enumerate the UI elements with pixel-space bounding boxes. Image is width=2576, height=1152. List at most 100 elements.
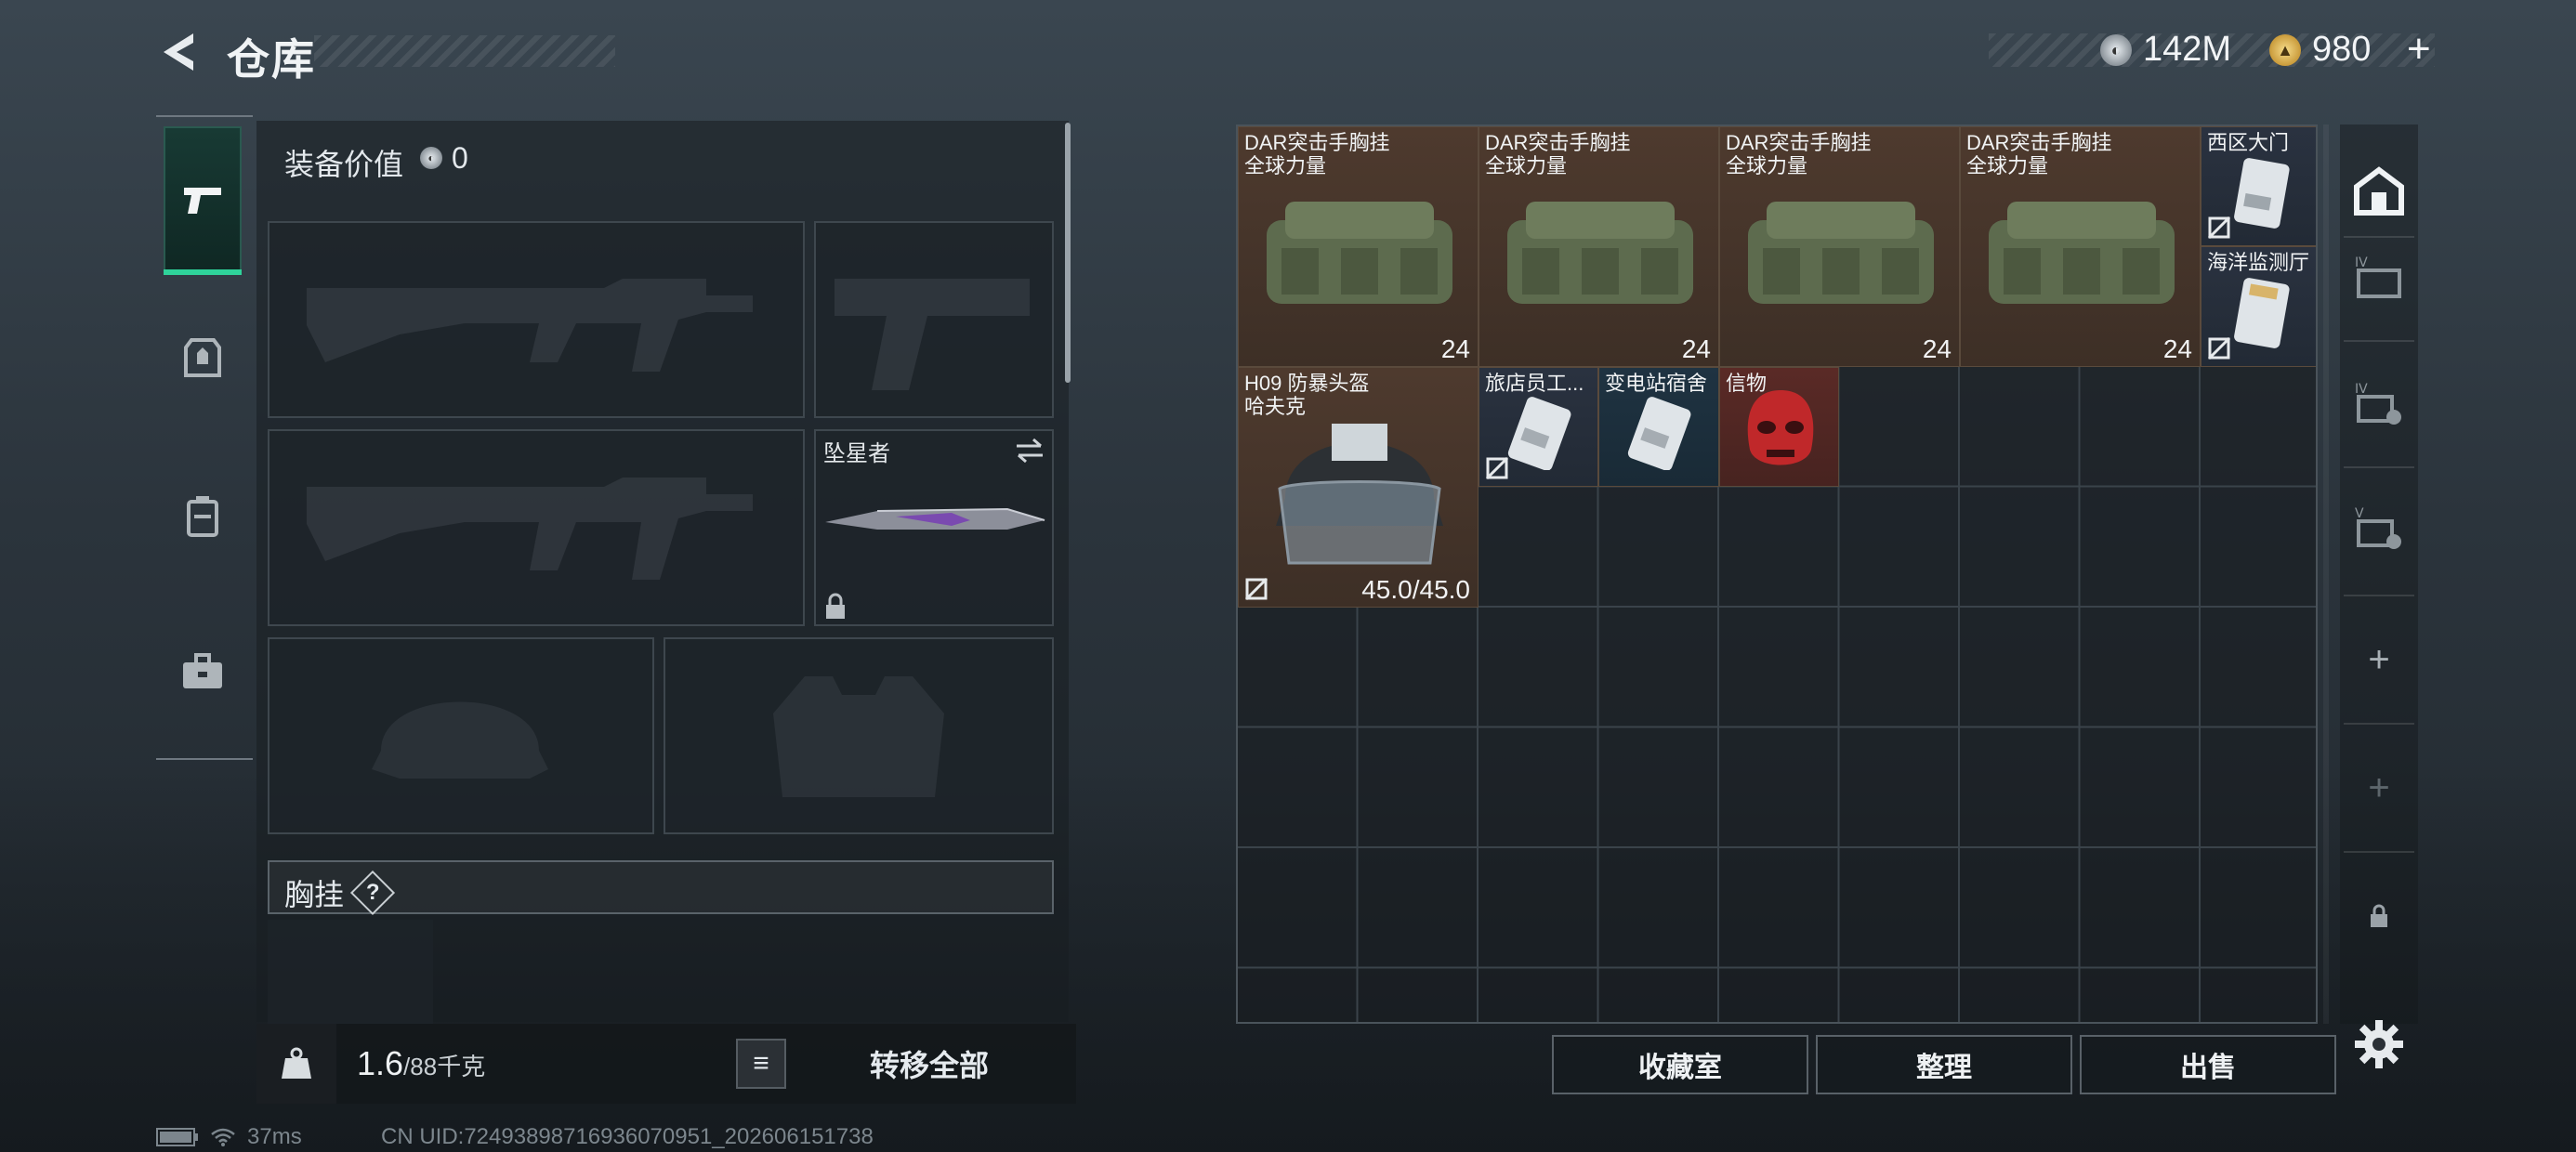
chest-rig-image <box>1989 202 2175 304</box>
tab-armor[interactable] <box>164 316 242 399</box>
gold-coin-icon: ▲ <box>2269 34 2301 66</box>
add-storage-icon[interactable]: + <box>2340 604 2418 715</box>
rail-divider <box>2344 851 2414 853</box>
storage-item[interactable]: 旅店员工... <box>1479 367 1598 487</box>
rail-divider <box>2344 340 2414 342</box>
chest-rig-image <box>1267 202 1452 304</box>
item-name: DAR突击手胸挂 <box>1726 131 1872 154</box>
storage-item[interactable]: DAR突击手胸挂 全球力量 24 <box>1238 126 1479 367</box>
chest-rig-image <box>1748 202 1934 304</box>
storage-item[interactable]: 西区大门 <box>2201 126 2316 246</box>
silver-coin-icon: ◐ <box>2100 34 2132 66</box>
item-count: 24 <box>1681 334 1711 363</box>
page-title: 仓库 <box>227 35 316 84</box>
equipment-value: 0 <box>452 141 468 175</box>
no-insurance-icon <box>1244 577 1268 601</box>
title-decoration <box>314 35 615 67</box>
helmet-slot[interactable] <box>268 637 654 834</box>
storage-upgrade-icon: IV <box>2355 382 2401 425</box>
no-insurance-icon <box>2207 336 2231 360</box>
item-name: DAR突击手胸挂 <box>1244 131 1390 154</box>
transfer-all-button[interactable]: ≡ 转移全部 <box>736 1033 1033 1094</box>
item-count: 24 <box>1440 334 1470 363</box>
storage-box-icon: IV <box>2355 255 2401 298</box>
melee-knife-image <box>825 507 1045 530</box>
tab-backpack[interactable] <box>164 474 242 557</box>
battery-icon <box>156 1128 198 1146</box>
tab-case[interactable] <box>164 630 242 713</box>
tab-storage-5[interactable]: V <box>2340 472 2418 583</box>
weight-readout: 1.6 /88千克 <box>357 1044 485 1083</box>
storage-scrollbar[interactable] <box>2323 124 2329 1024</box>
chest-rig-slot[interactable] <box>268 920 433 1024</box>
silver-currency-amount: 142M <box>2143 30 2232 69</box>
keycard-image <box>1627 397 1691 470</box>
sidearm-slot[interactable] <box>814 221 1054 418</box>
item-name: 旅店员工... <box>1485 372 1584 395</box>
storage-item[interactable]: DAR突击手胸挂 全球力量 24 <box>1479 126 1719 367</box>
chest-rig-image <box>1507 202 1693 304</box>
item-subname: 全球力量 <box>1966 154 2049 177</box>
storage-item[interactable]: DAR突击手胸挂 全球力量 24 <box>1960 126 2201 367</box>
status-indicators: 37ms <box>156 1124 302 1150</box>
help-icon[interactable]: ? <box>349 870 396 916</box>
collection-room-button[interactable]: 收藏室 <box>1552 1035 1808 1094</box>
value-coin-icon: ◐ <box>420 147 442 169</box>
gear-icon[interactable] <box>2351 1016 2407 1072</box>
rail-bottom-divider <box>156 758 253 760</box>
item-name: DAR突击手胸挂 <box>1485 131 1631 154</box>
swap-icon[interactable] <box>1013 437 1046 465</box>
weight-current: 1.6 <box>357 1044 404 1082</box>
item-count: 24 <box>2162 334 2192 363</box>
item-count: 24 <box>1922 334 1952 363</box>
melee-weapon-name: 坠星者 <box>823 441 890 466</box>
helmet-silhouette-icon <box>372 701 548 779</box>
rail-top-divider <box>156 115 253 117</box>
keycard-image <box>2234 158 2290 229</box>
svg-text:V: V <box>2355 506 2364 521</box>
chest-rig-label: 胸挂 <box>284 878 345 911</box>
item-subname: 全球力量 <box>1485 154 1568 177</box>
item-name: DAR突击手胸挂 <box>1966 131 2112 154</box>
body-armor-slot[interactable] <box>664 637 1054 834</box>
no-insurance-icon <box>2207 216 2231 240</box>
storage-item[interactable]: 信物 <box>1719 367 1839 487</box>
item-subname: 全球力量 <box>1244 154 1327 177</box>
chest-rig-section-header: 胸挂 ? <box>268 860 1054 916</box>
sort-button[interactable]: 整理 <box>1816 1035 2072 1094</box>
tab-storage-4b[interactable]: IV <box>2340 347 2418 459</box>
armor-icon <box>184 338 221 377</box>
pistol-icon <box>184 188 221 214</box>
sell-button[interactable]: 出售 <box>2080 1035 2336 1094</box>
item-name: 变电站宿舍 <box>1605 372 1708 395</box>
briefcase-icon <box>183 653 222 688</box>
primary-weapon-slot[interactable] <box>268 221 805 418</box>
storage-item[interactable]: DAR突击手胸挂 全球力量 24 <box>1719 126 1960 367</box>
active-tab-indicator <box>164 269 242 275</box>
storage-item[interactable]: 海洋监测厅 <box>2201 246 2316 367</box>
secondary-weapon-slot[interactable] <box>268 429 805 626</box>
storage-grid[interactable]: DAR突击手胸挂 全球力量 24 DAR突击手胸挂 全球力量 24 DAR突击手胸挂… <box>1236 124 2318 1024</box>
lock-icon <box>2371 904 2387 927</box>
item-name: H09 防暴头盔 <box>1244 372 1370 395</box>
melee-slot[interactable]: 坠星者 <box>814 429 1054 626</box>
storage-item[interactable]: H09 防暴头盔 哈夫克 45.0/45.0 <box>1238 367 1479 608</box>
item-durability: 45.0/45.0 <box>1361 575 1470 604</box>
ping-value: 37ms <box>247 1124 302 1149</box>
add-storage-icon[interactable]: + <box>2340 732 2418 844</box>
storage-item[interactable]: 变电站宿舍 <box>1598 367 1719 487</box>
weight-icon <box>256 1024 336 1104</box>
rifle-silhouette-icon <box>307 279 753 372</box>
transfer-all-label: 转移全部 <box>870 1049 990 1082</box>
rail-divider <box>2344 466 2414 468</box>
wifi-icon <box>211 1128 235 1146</box>
tab-storage-4[interactable]: IV <box>2340 221 2418 333</box>
locked-storage-tab[interactable] <box>2340 860 2418 972</box>
no-insurance-icon <box>1485 456 1509 480</box>
item-name: 海洋监测厅 <box>2207 251 2310 274</box>
loadout-scrollbar[interactable] <box>1065 123 1071 383</box>
keycard-image <box>1507 397 1571 470</box>
add-currency-icon[interactable]: + <box>2407 26 2431 72</box>
riot-helmet-image <box>1276 424 1443 565</box>
back-arrow-icon[interactable] <box>156 28 204 76</box>
